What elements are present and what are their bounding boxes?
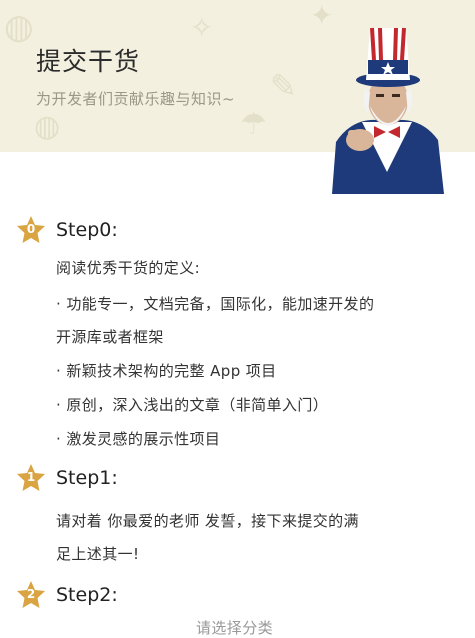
step-0-title: Step0: [56, 219, 118, 241]
star-icon: 1 [16, 463, 46, 493]
step-0-line: · 原创，深入浅出的文章（非简单入门） [56, 396, 329, 414]
page-subtitle: 为开发者们贡献乐趣与知识~ [36, 90, 236, 108]
step-1-title: Step1: [56, 467, 118, 489]
uncle-sam-illustration [332, 27, 444, 194]
doodle-icon: ✧ [190, 11, 214, 44]
star-icon: 2 [16, 580, 46, 610]
step-1-number: 1 [26, 470, 36, 484]
step-0-line: 阅读优秀干货的定义: [56, 259, 201, 277]
star-icon: 0 [16, 215, 46, 245]
step-2-title: Step2: [56, 584, 118, 606]
step-2-line: 请选择分类 [196, 619, 274, 637]
page-title: 提交干货 [36, 47, 141, 76]
step-0-number: 0 [26, 222, 36, 236]
step-1-header: 1 Step1: [16, 461, 118, 495]
doodle-icon: ✎ [270, 67, 297, 105]
step-0-line: · 激发灵感的展示性项目 [56, 430, 221, 448]
step-1-line: 足上述其一! [56, 545, 140, 563]
basketball-doodle-icon: ◍ [34, 109, 61, 144]
step-1-line: 请对着 你最爱的老师 发誓，接下来提交的满 [56, 512, 359, 530]
basketball-doodle-icon: ◍ [4, 7, 34, 47]
doodle-icon: ☂ [240, 107, 267, 142]
step-0-line: 开源库或者框架 [56, 328, 164, 346]
step-0-line: · 新颖技术架构的完整 App 项目 [56, 362, 277, 380]
step-2-number: 2 [26, 587, 36, 601]
step-0-header: 0 Step0: [16, 213, 118, 247]
step-2-header: 2 Step2: [16, 578, 118, 612]
step-0-line: · 功能专一，文档完备，国际化，能加速开发的 [56, 295, 375, 313]
